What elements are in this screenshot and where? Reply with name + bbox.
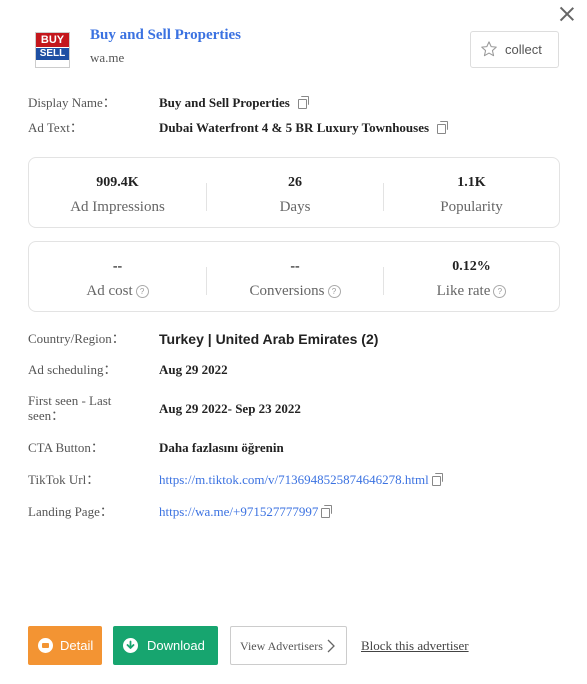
copy-icon[interactable] xyxy=(321,505,333,518)
display-name-value-wrap: Buy and Sell Properties xyxy=(159,95,309,111)
detail-icon xyxy=(38,638,53,653)
stat-popularity: 1.1K Popularity xyxy=(384,158,559,229)
stat-label: Conversions xyxy=(249,283,325,299)
stat-ad-cost: -- Ad cost? xyxy=(29,242,206,313)
stat-value: 26 xyxy=(288,175,302,190)
stat-like-rate: 0.12% Like rate? xyxy=(384,242,559,313)
copy-icon[interactable] xyxy=(431,473,443,486)
stat-label-wrap: Like rate? xyxy=(384,283,559,300)
stat-conversions: -- Conversions? xyxy=(207,242,383,313)
logo-text-buy: BUY xyxy=(36,33,69,47)
tiktok-label: TikTok Url： xyxy=(28,472,100,487)
advertiser-logo: BUY SELL xyxy=(35,32,70,68)
stat-label: Days xyxy=(279,199,311,215)
cta-label: CTA Button： xyxy=(28,440,104,455)
country-label: Country/Region： xyxy=(28,331,125,346)
download-button[interactable]: Download xyxy=(113,626,218,665)
secondary-stats-card: -- Ad cost? -- Conversions? 0.12% Like r… xyxy=(28,241,560,312)
landing-label: Landing Page： xyxy=(28,504,113,519)
display-name-label: Display Name： xyxy=(28,95,116,110)
detail-label: Detail xyxy=(60,638,94,653)
display-name-value: Buy and Sell Properties xyxy=(159,95,290,110)
stat-label: Like rate xyxy=(436,283,491,299)
tiktok-value-wrap: https://m.tiktok.com/v/71369485258746462… xyxy=(159,472,443,488)
advertiser-domain: wa.me xyxy=(90,50,125,65)
chevron-right-icon xyxy=(327,639,335,653)
stat-value: 909.4K xyxy=(96,175,139,190)
stat-label-wrap: Ad cost? xyxy=(29,283,206,300)
copy-icon[interactable] xyxy=(437,121,449,134)
detail-button[interactable]: Detail xyxy=(28,626,102,665)
ad-text-value-wrap: Dubai Waterfront 4 & 5 BR Luxury Townhou… xyxy=(159,120,449,136)
view-advertisers-button[interactable]: View Advertisers xyxy=(230,626,347,665)
tiktok-url-link[interactable]: https://m.tiktok.com/v/71369485258746462… xyxy=(159,472,429,487)
view-advertisers-label: View Advertisers xyxy=(240,639,323,653)
ad-text-label: Ad Text： xyxy=(28,120,83,135)
primary-stats-card: 909.4K Ad Impressions 26 Days 1.1K Popul… xyxy=(28,157,560,228)
scheduling-label: Ad scheduling： xyxy=(28,362,117,377)
help-icon[interactable]: ? xyxy=(135,285,149,298)
download-label: Download xyxy=(147,638,205,653)
help-icon[interactable]: ? xyxy=(493,285,507,298)
scheduling-value: Aug 29 2022 xyxy=(159,362,228,377)
stat-days: 26 Days xyxy=(207,158,383,229)
stat-label-wrap: Conversions? xyxy=(207,283,383,300)
seen-value: Aug 29 2022- Sep 23 2022 xyxy=(159,401,301,416)
landing-value-wrap: https://wa.me/+971527777997 xyxy=(159,504,333,520)
stat-label: Ad cost xyxy=(86,283,133,299)
collect-label: collect xyxy=(505,42,542,57)
collect-button[interactable]: collect xyxy=(470,31,559,68)
stat-value: 1.1K xyxy=(457,175,486,190)
advertiser-name[interactable]: Buy and Sell Properties xyxy=(90,27,241,44)
seen-label: First seen - Last seen： xyxy=(28,393,112,423)
stat-label: Popularity xyxy=(440,199,503,215)
ad-text-value: Dubai Waterfront 4 & 5 BR Luxury Townhou… xyxy=(159,120,430,135)
stat-ad-impressions: 909.4K Ad Impressions xyxy=(29,158,206,229)
landing-page-link[interactable]: https://wa.me/+971527777997 xyxy=(159,504,318,519)
copy-icon[interactable] xyxy=(297,96,309,109)
country-value: Turkey | United Arab Emirates (2) xyxy=(159,331,379,347)
stat-value: 0.12% xyxy=(452,259,491,274)
logo-text-sell: SELL xyxy=(36,48,69,60)
advertiser-header: BUY SELL Buy and Sell Properties wa.me c… xyxy=(35,27,587,71)
stat-value: -- xyxy=(112,259,123,274)
download-icon xyxy=(123,638,138,653)
star-icon xyxy=(481,41,497,57)
help-icon[interactable]: ? xyxy=(327,285,341,298)
stat-label: Ad Impressions xyxy=(70,199,165,215)
stat-value: -- xyxy=(290,259,300,274)
block-advertiser-link[interactable]: Block this advertiser xyxy=(361,638,469,654)
cta-value: Daha fazlasını öğrenin xyxy=(159,440,284,455)
close-icon[interactable] xyxy=(557,4,577,24)
